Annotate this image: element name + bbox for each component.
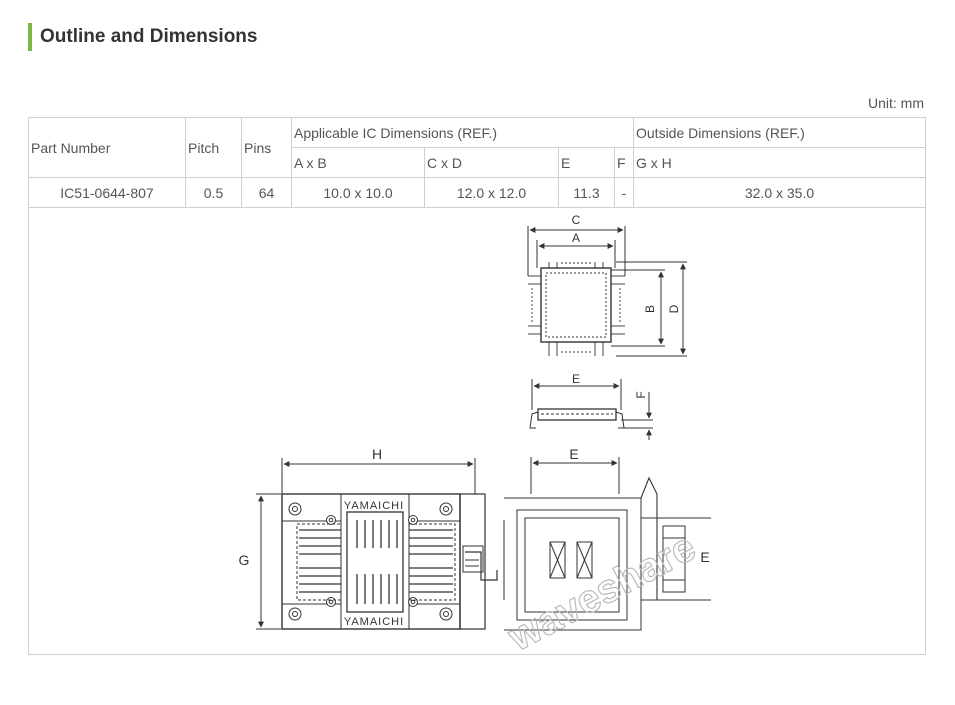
dim-label-e-socket: E	[569, 446, 578, 462]
header-e: E	[558, 147, 615, 178]
section-title: Outline and Dimensions	[28, 22, 257, 52]
header-pitch: Pitch	[185, 117, 242, 178]
header-cxd: C x D	[424, 147, 559, 178]
page-title: Outline and Dimensions	[40, 26, 258, 47]
dim-label-d: D	[667, 304, 681, 313]
header-pins: Pins	[241, 117, 292, 178]
cell-pitch: 0.5	[185, 177, 242, 208]
dimensions-table: Part Number Pitch Pins Applicable IC Dim…	[28, 117, 926, 208]
unit-label: Unit: mm	[868, 95, 924, 111]
dim-label-b: B	[643, 305, 657, 313]
dim-label-c: C	[572, 213, 581, 227]
cell-f: -	[614, 177, 634, 208]
dim-label-g: G	[239, 552, 250, 568]
cell-e: 11.3	[558, 177, 615, 208]
brand-label-top: YAMAICHI	[344, 500, 404, 512]
cell-part-number: IC51-0644-807	[28, 177, 186, 208]
dim-label-f: F	[634, 391, 648, 398]
outline-drawing-panel: waveshare C A B D E F H G E E YAMAICHI Y…	[28, 207, 926, 655]
ic-top-view	[527, 226, 687, 357]
outline-drawing: waveshare C A B D E F H G E E YAMAICHI Y…	[239, 213, 711, 655]
dim-label-a: A	[572, 231, 580, 245]
cell-pins: 64	[241, 177, 292, 208]
dim-label-h: H	[372, 446, 382, 462]
cell-cxd: 12.0 x 12.0	[424, 177, 559, 208]
dim-label-e-right: E	[700, 549, 709, 565]
header-outside-dimensions: Outside Dimensions (REF.)	[633, 117, 926, 148]
header-gxh: G x H	[633, 147, 926, 178]
brand-label-bottom: YAMAICHI	[344, 616, 404, 628]
cell-axb: 10.0 x 10.0	[291, 177, 425, 208]
header-axb: A x B	[291, 147, 425, 178]
header-applicable-ic: Applicable IC Dimensions (REF.)	[291, 117, 634, 148]
socket-top-view	[256, 458, 498, 630]
table-row: IC51-0644-807 0.5 64 10.0 x 10.0 12.0 x …	[28, 177, 926, 208]
ic-side-view	[529, 379, 653, 440]
header-part-number: Part Number	[28, 117, 186, 178]
title-accent-bar	[28, 23, 32, 51]
dim-label-e-side: E	[572, 372, 580, 386]
header-f: F	[614, 147, 634, 178]
cell-gxh: 32.0 x 35.0	[633, 177, 926, 208]
